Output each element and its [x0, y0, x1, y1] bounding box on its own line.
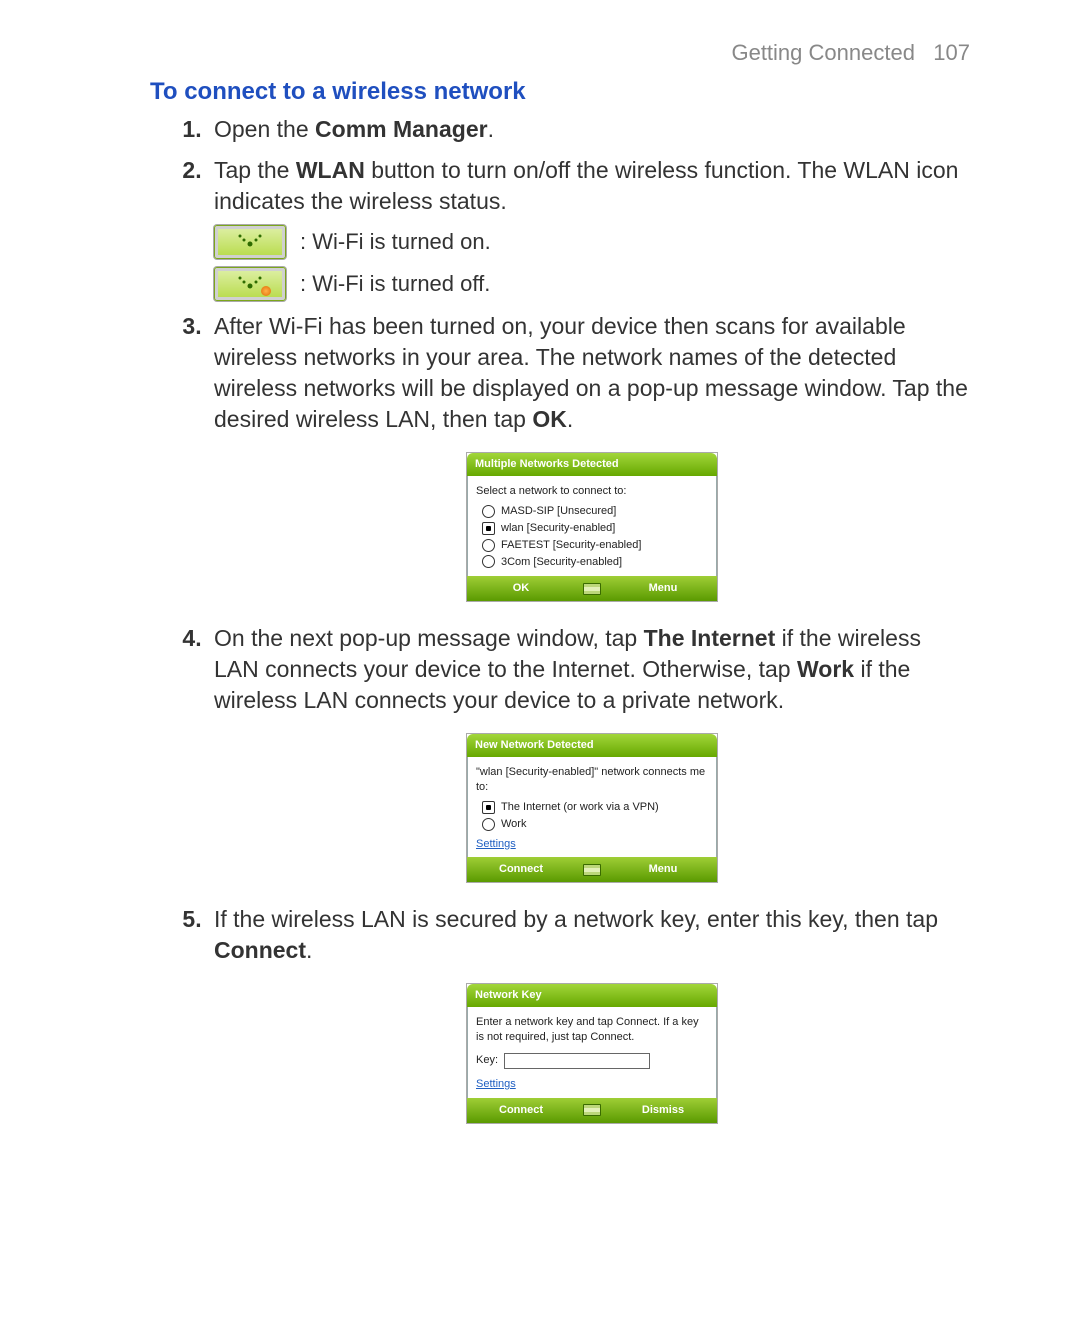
popup-2-softbar: Connect Menu	[467, 857, 717, 882]
network-option[interactable]: MASD-SIP [Unsecured]	[476, 503, 708, 520]
network-option[interactable]: 3Com [Security-enabled]	[476, 554, 708, 571]
popup-2-title: New Network Detected	[467, 734, 717, 757]
step-5: If the wireless LAN is secured by a netw…	[208, 904, 970, 1122]
popup-3-prompt: Enter a network key and tap Connect. If …	[476, 1015, 708, 1045]
popup-3-stage: Network Key Enter a network key and tap …	[214, 984, 970, 1122]
step-3: After Wi-Fi has been turned on, your dev…	[208, 311, 970, 601]
connects-option-label: Work	[501, 817, 526, 832]
step-2-bold: WLAN	[296, 157, 365, 183]
step-2-text-a: Tap the	[214, 157, 296, 183]
popup-1-title: Multiple Networks Detected	[467, 453, 717, 476]
step-2: Tap the WLAN button to turn on/off the w…	[208, 155, 970, 301]
step-5-text-b: .	[306, 937, 312, 963]
radio-icon	[482, 539, 495, 552]
wifi-on-icon	[214, 225, 286, 259]
connect-button[interactable]: Connect	[467, 1098, 575, 1123]
settings-link[interactable]: Settings	[476, 1077, 516, 1092]
radio-selected-icon	[482, 522, 495, 535]
menu-button[interactable]: Menu	[609, 857, 717, 882]
step-3-text-a: After Wi-Fi has been turned on, your dev…	[214, 313, 968, 432]
popup-2-stage: New Network Detected "wlan [Security-ena…	[214, 734, 970, 882]
menu-button[interactable]: Menu	[609, 576, 717, 601]
keyboard-icon[interactable]	[575, 1098, 609, 1123]
popup-network-key: Network Key Enter a network key and tap …	[467, 984, 717, 1122]
dismiss-button[interactable]: Dismiss	[609, 1098, 717, 1123]
popup-3-softbar: Connect Dismiss	[467, 1098, 717, 1123]
network-option-label: 3Com [Security-enabled]	[501, 555, 622, 570]
popup-networks: Multiple Networks Detected Select a netw…	[467, 453, 717, 601]
popup-2-prompt: "wlan [Security-enabled]" network connec…	[476, 765, 708, 795]
network-option[interactable]: FAETEST [Security-enabled]	[476, 537, 708, 554]
step-1-bold: Comm Manager	[315, 116, 488, 142]
header-page-number: 107	[933, 40, 970, 65]
network-key-input[interactable]	[504, 1053, 650, 1069]
network-option[interactable]: wlan [Security-enabled]	[476, 520, 708, 537]
popup-new-network: New Network Detected "wlan [Security-ena…	[467, 734, 717, 882]
key-label: Key:	[476, 1053, 498, 1068]
network-option-label: wlan [Security-enabled]	[501, 521, 615, 536]
page-header: Getting Connected 107	[150, 40, 970, 66]
wifi-off-row: : Wi-Fi is turned off.	[214, 267, 970, 301]
popup-1-softbar: OK Menu	[467, 576, 717, 601]
radio-icon	[482, 505, 495, 518]
connects-option[interactable]: Work	[476, 816, 708, 833]
step-5-bold: Connect	[214, 937, 306, 963]
popup-1-prompt: Select a network to connect to:	[476, 484, 708, 499]
ok-button[interactable]: OK	[467, 576, 575, 601]
popup-1-stage: Multiple Networks Detected Select a netw…	[214, 453, 970, 601]
radio-icon	[482, 555, 495, 568]
wifi-on-label: : Wi-Fi is turned on.	[300, 227, 491, 257]
step-3-bold: OK	[532, 406, 567, 432]
popup-3-title: Network Key	[467, 984, 717, 1007]
radio-icon	[482, 818, 495, 831]
keyboard-icon[interactable]	[575, 576, 609, 601]
step-4-bold-1: The Internet	[644, 625, 776, 651]
step-3-text-b: .	[567, 406, 573, 432]
steps-list: Open the Comm Manager. Tap the WLAN butt…	[150, 114, 970, 1123]
radio-selected-icon	[482, 801, 495, 814]
keyboard-icon[interactable]	[575, 857, 609, 882]
settings-link[interactable]: Settings	[476, 837, 516, 852]
step-4-text-a: On the next pop-up message window, tap	[214, 625, 644, 651]
network-option-label: FAETEST [Security-enabled]	[501, 538, 641, 553]
wifi-on-row: : Wi-Fi is turned on.	[214, 225, 970, 259]
connect-button[interactable]: Connect	[467, 857, 575, 882]
connects-option[interactable]: The Internet (or work via a VPN)	[476, 799, 708, 816]
network-option-label: MASD-SIP [Unsecured]	[501, 504, 616, 519]
step-1: Open the Comm Manager.	[208, 114, 970, 145]
step-1-text-b: .	[488, 116, 494, 142]
step-4-bold-2: Work	[797, 656, 854, 682]
connects-option-label: The Internet (or work via a VPN)	[501, 800, 659, 815]
step-4: On the next pop-up message window, tap T…	[208, 623, 970, 882]
section-title: To connect to a wireless network	[150, 78, 970, 106]
header-section: Getting Connected	[731, 40, 914, 65]
wifi-off-label: : Wi-Fi is turned off.	[300, 269, 490, 299]
step-5-text-a: If the wireless LAN is secured by a netw…	[214, 906, 938, 932]
wifi-off-icon	[214, 267, 286, 301]
step-1-text-a: Open the	[214, 116, 315, 142]
